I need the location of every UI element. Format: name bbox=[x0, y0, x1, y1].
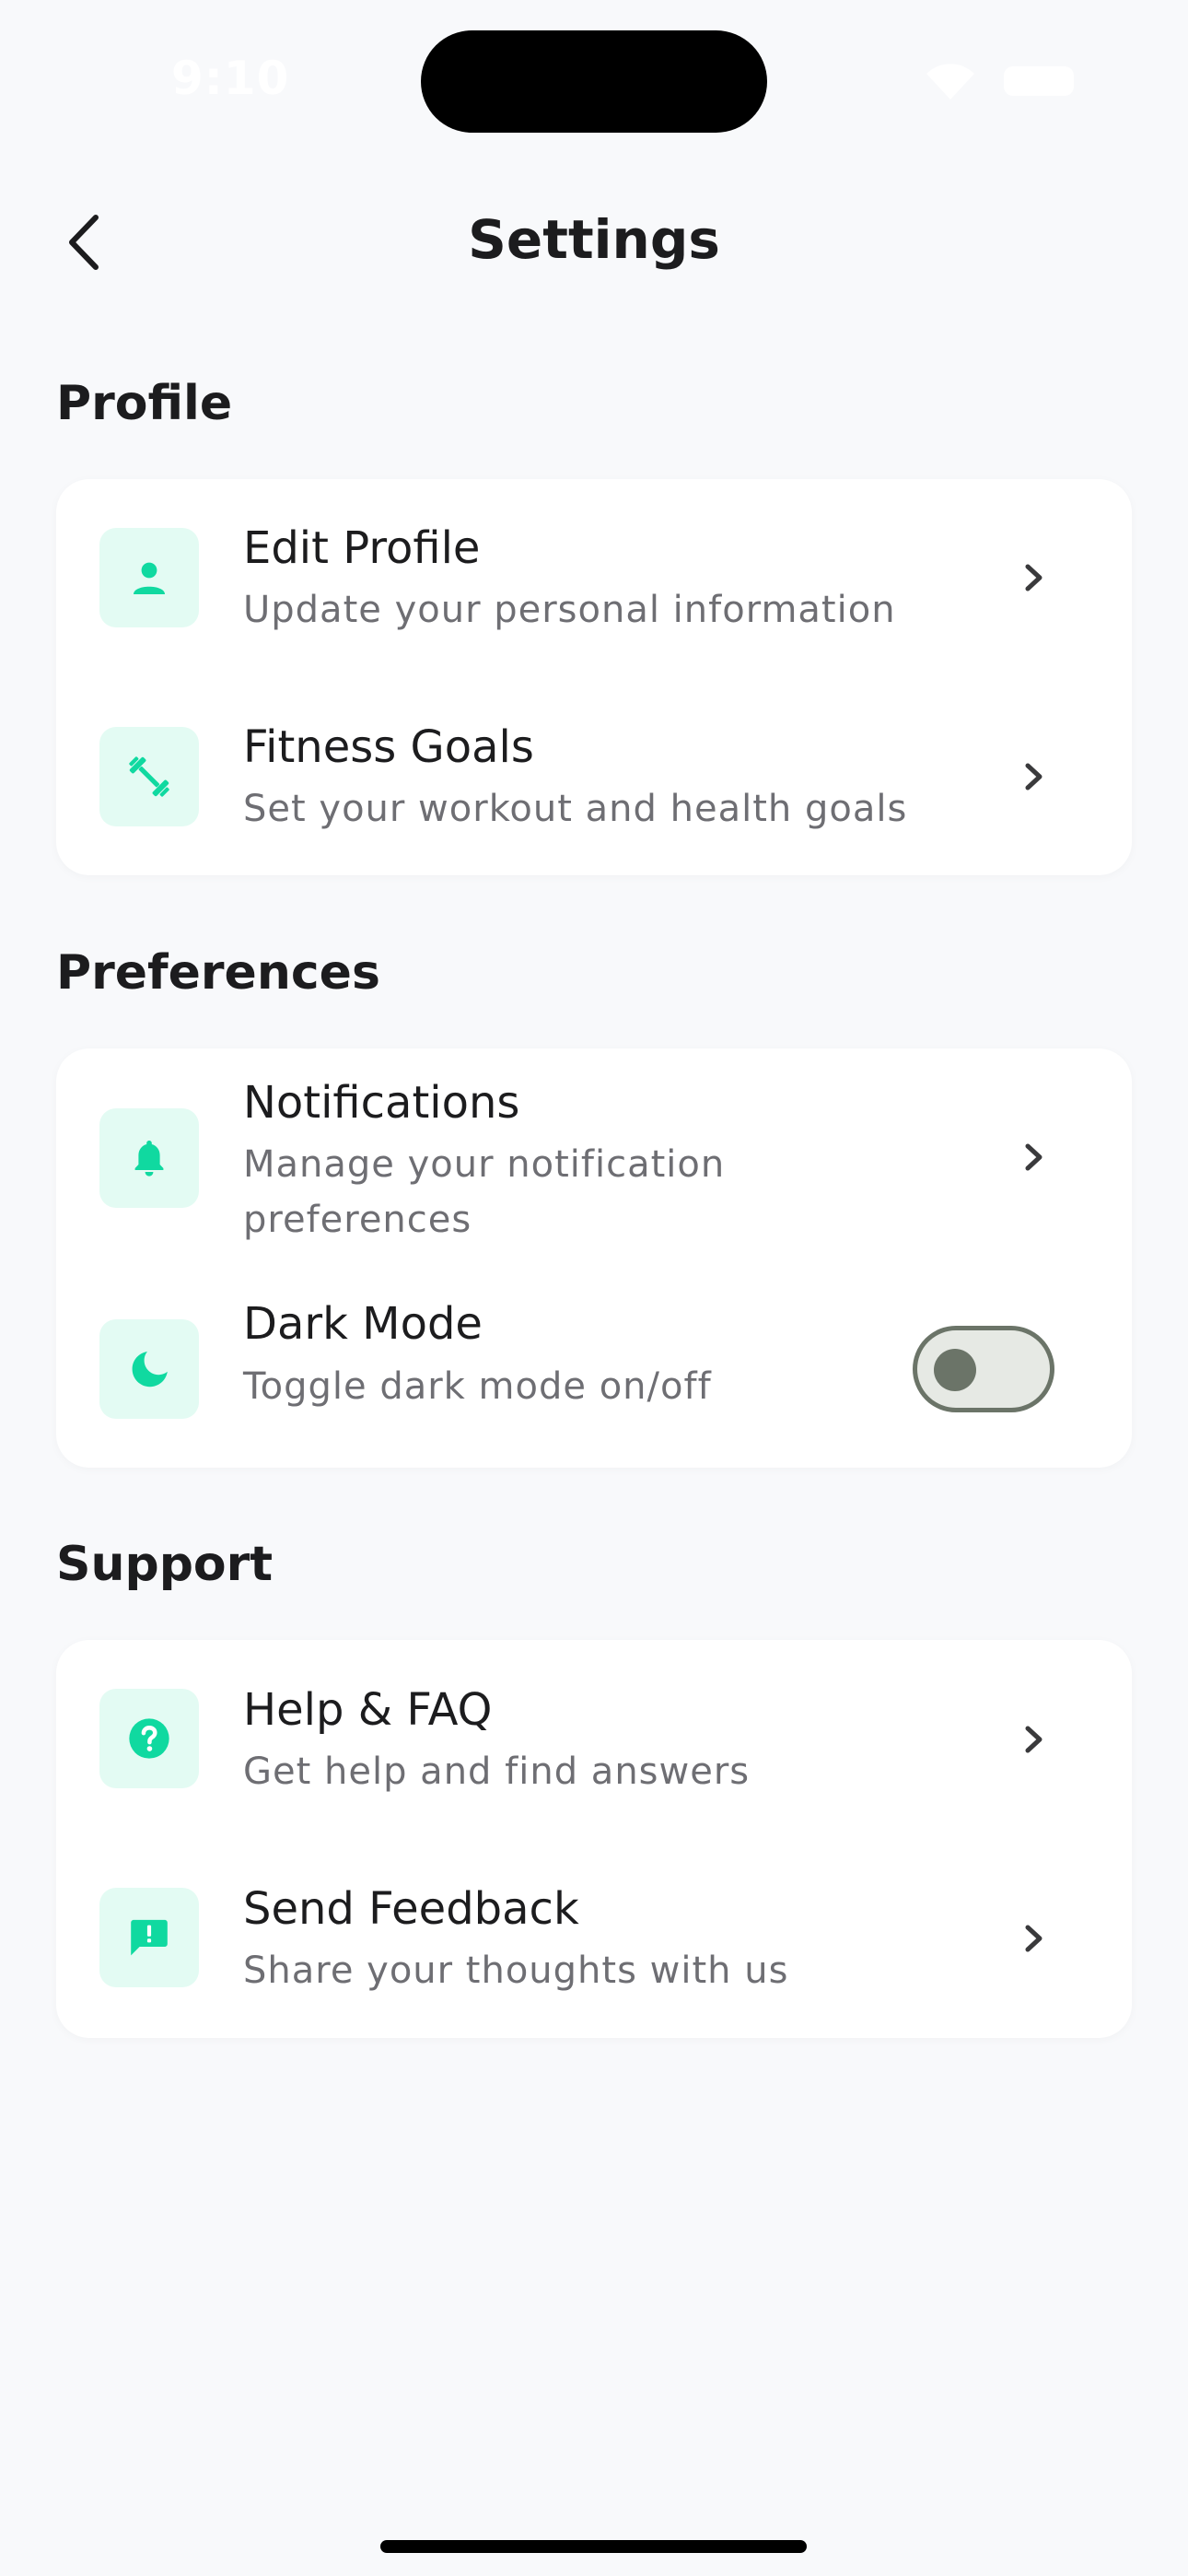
fitness-goals-title: Fitness Goals bbox=[243, 721, 534, 773]
fitness-goals-row[interactable]: Fitness Goals Set your workout and healt… bbox=[56, 677, 1132, 875]
help-faq-row[interactable]: Help & FAQ Get help and find answers bbox=[56, 1640, 1132, 1839]
chevron-right-icon bbox=[1025, 1925, 1042, 1952]
chevron-right-icon bbox=[1025, 564, 1042, 591]
send-feedback-icon-box bbox=[99, 1888, 199, 1987]
feedback-icon bbox=[131, 1919, 168, 1956]
send-feedback-subtitle: Share your thoughts with us bbox=[243, 1950, 789, 1992]
notifications-subtitle: Manage your notification preferences bbox=[243, 1143, 726, 1241]
edit-profile-title: Edit Profile bbox=[243, 522, 481, 574]
wifi-icon bbox=[926, 64, 974, 100]
notifications-row[interactable]: Notifications Manage your notification p… bbox=[56, 1048, 1132, 1270]
notifications-title: Notifications bbox=[243, 1077, 520, 1129]
chevron-right-icon bbox=[1025, 1143, 1042, 1171]
edit-profile-row[interactable]: Edit Profile Update your personal inform… bbox=[56, 479, 1132, 677]
send-feedback-row[interactable]: Send Feedback Share your thoughts with u… bbox=[56, 1839, 1132, 2038]
dark-mode-toggle[interactable] bbox=[913, 1326, 1054, 1412]
battery-icon bbox=[1004, 66, 1074, 96]
help-faq-icon-box bbox=[99, 1689, 199, 1788]
edit-profile-subtitle: Update your personal information bbox=[243, 589, 896, 631]
chevron-right-icon bbox=[1025, 1726, 1042, 1753]
nav-bar: Settings bbox=[0, 184, 1188, 299]
toggle-knob bbox=[934, 1349, 976, 1391]
page-title: Settings bbox=[468, 208, 720, 271]
dark-mode-title: Dark Mode bbox=[243, 1298, 483, 1350]
dynamic-island bbox=[421, 30, 767, 133]
chevron-right-icon bbox=[1025, 763, 1042, 790]
bell-icon bbox=[134, 1141, 164, 1177]
status-bar: 9:10 bbox=[0, 0, 1188, 147]
help-faq-subtitle: Get help and find answers bbox=[243, 1751, 751, 1793]
preferences-card: Notifications Manage your notification p… bbox=[56, 1048, 1132, 1468]
help-faq-title: Help & FAQ bbox=[243, 1684, 493, 1736]
home-indicator bbox=[380, 2540, 807, 2553]
notifications-icon-box bbox=[99, 1108, 199, 1208]
moon-icon bbox=[132, 1352, 168, 1388]
dark-mode-icon-box bbox=[99, 1319, 199, 1419]
section-heading-support: Support bbox=[56, 1537, 274, 1592]
person-icon bbox=[134, 562, 165, 594]
section-heading-preferences: Preferences bbox=[56, 945, 380, 1001]
send-feedback-title: Send Feedback bbox=[243, 1883, 579, 1935]
dark-mode-row: Dark Mode Toggle dark mode on/off bbox=[56, 1270, 1132, 1468]
dumbbell-icon bbox=[129, 756, 169, 797]
dark-mode-subtitle: Toggle dark mode on/off bbox=[243, 1365, 712, 1408]
fitness-goals-icon-box bbox=[99, 727, 199, 826]
section-heading-profile: Profile bbox=[56, 376, 233, 431]
profile-card: Edit Profile Update your personal inform… bbox=[56, 479, 1132, 875]
edit-profile-icon-box bbox=[99, 528, 199, 627]
status-time: 9:10 bbox=[171, 52, 290, 105]
fitness-goals-subtitle: Set your workout and health goals bbox=[243, 788, 908, 830]
help-circle-icon bbox=[129, 1718, 169, 1759]
support-card: Help & FAQ Get help and find answers Sen… bbox=[56, 1640, 1132, 2038]
